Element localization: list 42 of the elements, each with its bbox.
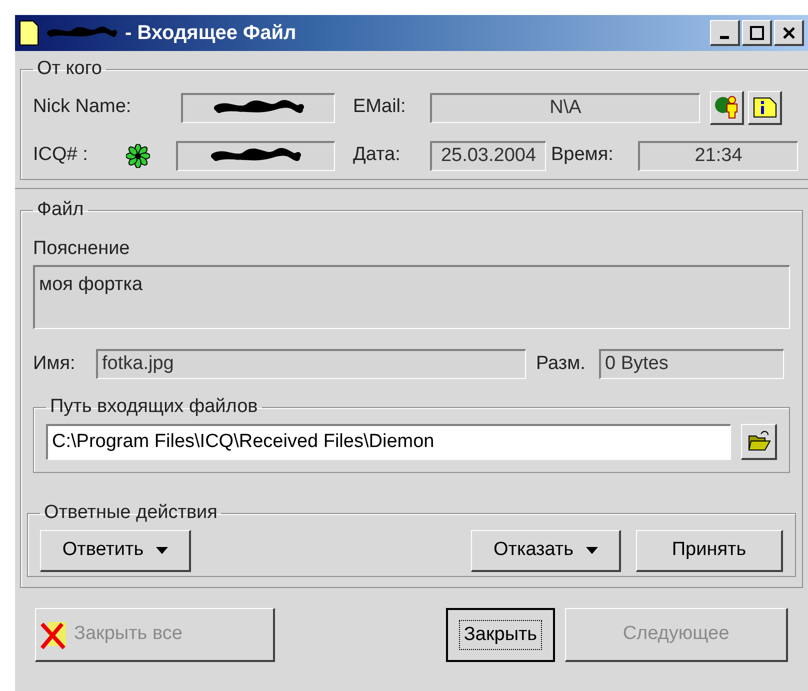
- action-button[interactable]: Принять: [636, 530, 783, 572]
- field-label: ICQ# :: [33, 143, 89, 168]
- info-icon: [752, 96, 776, 118]
- icq-number-field[interactable]: [176, 140, 335, 170]
- caret-icon: [586, 546, 598, 554]
- action-button[interactable]: Отказать: [471, 530, 621, 572]
- field-label: Имя:: [33, 352, 76, 376]
- description-field[interactable]: моя фортка: [33, 265, 790, 329]
- field-label: Пояснение: [33, 236, 131, 260]
- email-field[interactable]: N\A: [430, 92, 700, 122]
- close-icon: [782, 26, 796, 40]
- maximize-button[interactable]: [742, 20, 772, 46]
- minimize-icon: [720, 36, 729, 39]
- nick-name-field[interactable]: [181, 92, 335, 122]
- globe-person-button[interactable]: [710, 90, 744, 124]
- file-size-field[interactable]: 0 Bytes: [599, 349, 784, 379]
- field-label: EMail:: [353, 95, 407, 120]
- field-label: Дата:: [353, 143, 402, 168]
- action-button[interactable]: Ответить: [40, 530, 191, 572]
- field-label: Nick Name:: [33, 95, 132, 120]
- flower-icon: [126, 144, 150, 168]
- field-label: Разм.: [536, 352, 586, 376]
- group-label: Ответные действия: [43, 501, 218, 525]
- minimize-button[interactable]: [710, 20, 740, 46]
- globe-person-icon: [714, 95, 740, 119]
- group-label: От кого: [36, 57, 103, 81]
- field-label: Время:: [551, 143, 614, 168]
- dialog-button[interactable]: Закрыть: [446, 608, 555, 662]
- time-field[interactable]: 21:34: [638, 140, 798, 170]
- date-field[interactable]: 25.03.2004: [430, 140, 546, 170]
- group-label: Путь входящих файлов: [49, 395, 259, 419]
- file-name-field[interactable]: fotka.jpg: [96, 349, 526, 379]
- path-field[interactable]: C:\Program Files\ICQ\Received Files\Diemon: [46, 424, 731, 460]
- browse-folder-button[interactable]: [741, 424, 777, 460]
- folder-icon: [746, 430, 770, 452]
- close-button[interactable]: [774, 20, 804, 46]
- maximize-icon: [750, 26, 764, 40]
- info-button[interactable]: [748, 90, 782, 124]
- caret-icon: [156, 546, 168, 554]
- document-icon: [19, 20, 39, 46]
- window-title: - Входящее Файл: [125, 21, 296, 46]
- group-label: Файл: [36, 198, 85, 222]
